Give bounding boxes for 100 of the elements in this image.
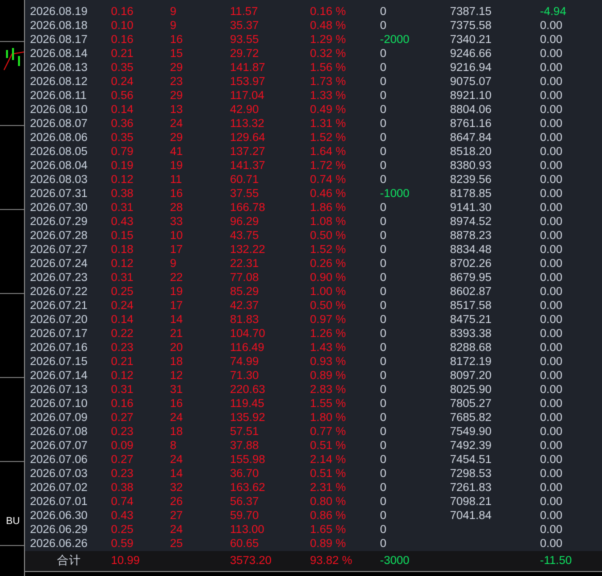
table-cell-text: 0.00 [540,383,564,397]
table-cell-text: 0.00 [540,425,564,439]
date-cell-text: 2026.07.10 [29,397,89,411]
table-cell-text: 16 [170,187,184,201]
table-cell-text: 0.74 % [310,173,347,187]
table-cell-text: 0 [380,481,388,495]
table-cell-text: 8761.16 [450,117,493,131]
table-cell-text: 0 [380,439,388,453]
table-cell-text: 7549.90 [450,425,493,439]
table-cell-text: 8679.95 [450,271,493,285]
table-cell-text: -2000 [380,33,410,47]
table-cell-text: 0.46 % [310,187,347,201]
table-cell-text: 8025.90 [450,383,493,397]
date-cell-text: 2026.07.22 [29,285,89,299]
table-cell-text: 8804.06 [450,103,493,117]
table-cell-text: 0 [380,145,388,159]
table-cell-text: 7805.27 [450,397,493,411]
table-cell-text: 41 [170,145,184,159]
table-cell-text: 29 [170,61,184,75]
table-cell-text: 220.63 [230,383,266,397]
table-cell-text: 0 [380,453,388,467]
table-cell-text: 1.73 % [310,75,347,89]
table-cell-text: 0 [380,75,388,89]
date-cell-text: 2026.07.07 [29,439,89,453]
table-cell-text: 0.00 [540,89,564,103]
table-cell-text: 60.71 [230,173,260,187]
table-cell-text: 8097.20 [450,369,493,383]
table-cell-text: 37.55 [230,187,260,201]
table-cell-text: 0.00 [540,187,564,201]
total-cell-text: 3573.20 [230,554,273,569]
table-cell-text: 0.49 % [310,103,347,117]
table-cell-text: 0 [380,523,388,537]
date-cell-text: 2026.07.29 [29,215,89,229]
table-cell-text: 0 [380,537,388,551]
table-cell-text: 19 [170,159,184,173]
date-cell-text: 2026.08.14 [29,47,89,61]
table-cell-text: 0.00 [540,229,564,243]
table-cell-text: 0.00 [540,411,564,425]
table-cell-text: 0.48 % [310,19,347,33]
date-cell-text: 2026.08.10 [29,103,89,117]
table-cell-text: 17 [170,243,184,257]
table-cell-text: 0.00 [540,467,564,481]
table-cell-text: 0.00 [540,173,564,187]
total-cell-text: 93.82 % [310,554,354,569]
table-cell-text: 8178.85 [450,187,493,201]
table-cell-text: 0.00 [540,439,564,453]
table-cell-text: 15 [170,47,184,61]
date-cell-text: 2026.08.05 [29,145,89,159]
table-cell-text: 0.43 [111,215,134,229]
table-cell-text: 0.50 % [310,229,347,243]
table-cell-text: 35.37 [230,19,260,33]
table-cell-text: 0.21 [111,47,134,61]
table-cell-text: 135.92 [230,411,266,425]
table-cell-text: 8393.38 [450,327,493,341]
table-cell-text: 9 [170,19,178,33]
table-cell-text: 0.27 [111,411,134,425]
table-cell-text: 7098.21 [450,495,493,509]
table-cell-text: 0.18 [111,243,134,257]
date-cell-text: 2026.07.13 [29,383,89,397]
table-cell-text: 0.80 % [310,495,347,509]
table-cell-text: 1.00 % [310,285,347,299]
table-cell-text: 2.83 % [310,383,347,397]
table-cell-text: 0.00 [540,145,564,159]
table-cell-text: 0.00 [540,103,564,117]
table-cell-text: 43.75 [230,229,260,243]
table-cell-text: 1.08 % [310,215,347,229]
table-cell-text: 21 [170,327,184,341]
table-cell-text: 1.52 % [310,131,347,145]
table-cell-text: 132.22 [230,243,266,257]
table-cell-text: 0 [380,61,388,75]
date-cell-text: 2026.08.12 [29,75,89,89]
table-cell-text: 25 [170,537,184,551]
table-cell-text: 0 [380,229,388,243]
table-cell-text: 0 [380,495,388,509]
date-cell-text: 2026.07.02 [29,481,89,495]
table-cell-text: 12 [170,369,184,383]
table-cell-text: 19 [170,285,184,299]
table-cell-text: 0 [380,397,388,411]
table-cell-text: 117.04 [230,89,266,103]
table-cell-text: 0 [380,341,388,355]
table-cell-text: 0.51 % [310,467,347,481]
date-cell-text: 2026.07.01 [29,495,89,509]
table-cell-text: 29.72 [230,47,260,61]
table-cell-text: 0 [380,257,388,271]
table-cell-text: 0.00 [540,131,564,145]
date-cell-text: 2026.07.06 [29,453,89,467]
table-cell-text: 0.00 [540,75,564,89]
table-cell-text: 9216.94 [450,61,493,75]
table-cell-text: 0.23 [111,467,134,481]
table-cell-text: 0 [380,425,388,439]
table-cell-text: 0.35 [111,61,134,75]
table-cell-text: 0.59 [111,537,134,551]
table-cell-text: 8380.93 [450,159,493,173]
order-label: BU [6,516,20,527]
table-cell-text: 0.12 [111,257,134,271]
table-cell-text: 33 [170,215,184,229]
table-cell-text: 0.00 [540,313,564,327]
table-cell-text: 57.51 [230,425,260,439]
table-cell-text: 24 [170,117,184,131]
table-cell-text: 0.21 [111,355,134,369]
